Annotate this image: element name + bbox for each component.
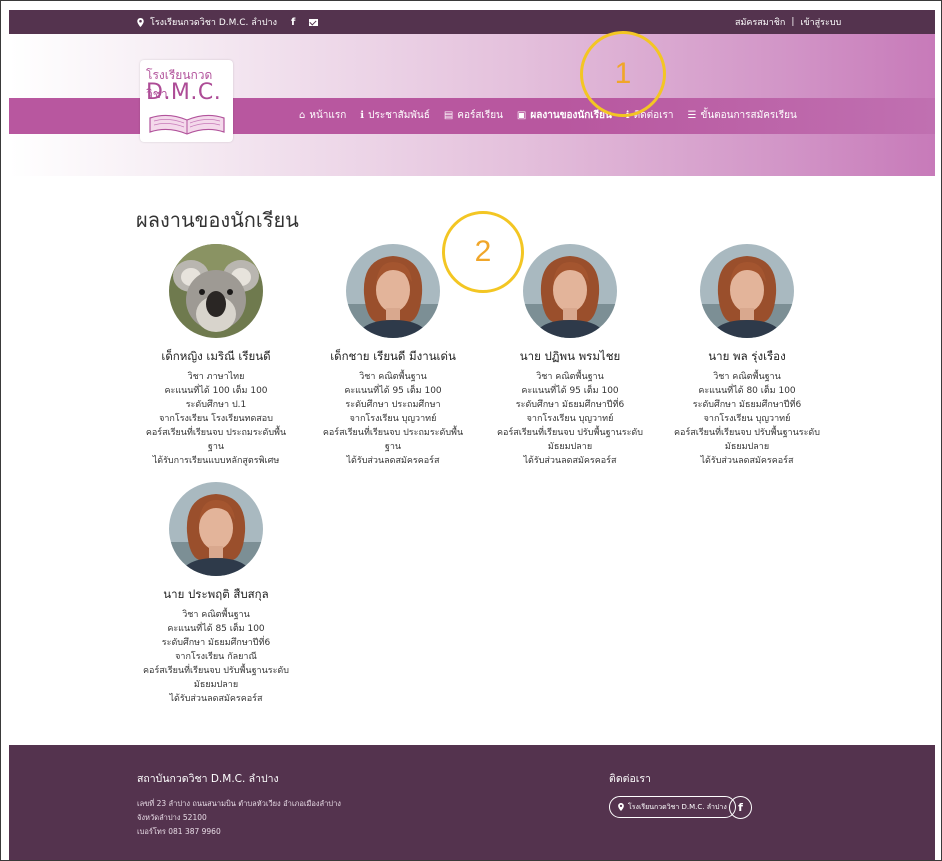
top-bar-separator: | xyxy=(791,17,795,27)
top-bar: โรงเรียนกวดวิชา D.M.C. ลำปาง f สมัครสมาช… xyxy=(9,10,935,34)
info-line: ได้รับส่วนลดสมัครคอร์ส xyxy=(169,694,263,704)
info-line: มัธยมปลาย xyxy=(724,442,770,452)
info-line: วิชา คณิตพื้นฐาน xyxy=(359,372,427,382)
student-name: เด็กชาย เรียนดี มีงานเด่น xyxy=(330,349,456,363)
book-icon xyxy=(149,114,225,135)
facebook-icon[interactable]: f xyxy=(729,796,752,819)
login-link[interactable]: เข้าสู่ระบบ xyxy=(800,15,841,29)
nav-news[interactable]: ℹ ประชาสัมพันธ์ xyxy=(360,108,430,123)
student-avatar-portrait xyxy=(346,244,440,338)
nav-student-works[interactable]: ▣ ผลงานของนักเรียน xyxy=(517,108,612,123)
top-bar-right: สมัครสมาชิก | เข้าสู่ระบบ xyxy=(735,15,841,29)
school-link[interactable]: โรงเรียนกวดวิชา D.M.C. ลำปาง xyxy=(150,15,277,29)
info-line: ได้รับส่วนลดสมัครคอร์ส xyxy=(523,456,617,466)
student-info: วิชา คณิตพื้นฐาน คะแนนที่ได้ 80 เต็ม 100… xyxy=(659,370,835,468)
nav-label: หน้าแรก xyxy=(309,109,347,121)
location-pin-icon xyxy=(137,17,144,27)
address-line: เลขที่ 23 ลำปาง ถนนสนามบิน ตำบลหัวเวียง … xyxy=(137,799,341,808)
footer-institute-title: สถาบันกวดวิชา D.M.C. ลำปาง xyxy=(137,773,279,785)
info-line: จากโรงเรียน บุญวาทย์ xyxy=(349,414,437,424)
info-line: คะแนนที่ได้ 80 เต็ม 100 xyxy=(698,386,796,396)
info-line: จากโรงเรียน บุญวาทย์ xyxy=(703,414,791,424)
info-line: จากโรงเรียน กัลยาณี xyxy=(175,652,257,662)
info-line: วิชา คณิตพื้นฐาน xyxy=(536,372,604,382)
info-line: ได้รับส่วนลดสมัครคอร์ส xyxy=(700,456,794,466)
student-card: นาย ปฏิพน พรมไชย วิชา คณิตพื้นฐาน คะแนนท… xyxy=(482,244,658,468)
student-info: วิชา คณิตพื้นฐาน คะแนนที่ได้ 95 เต็ม 100… xyxy=(305,370,481,468)
info-line: คอร์สเรียนที่เรียนจบ ประถมระดับพื้น xyxy=(145,428,287,438)
student-avatar-portrait xyxy=(169,482,263,576)
info-line: คะแนนที่ได้ 85 เต็ม 100 xyxy=(167,624,265,634)
facebook-icon[interactable]: f xyxy=(291,17,295,28)
footer-contact-title: ติดต่อเรา xyxy=(609,773,651,785)
student-name: นาย พล รุ่งเรือง xyxy=(708,349,786,363)
info-line: จากโรงเรียน โรงเรียนทดสอบ xyxy=(159,414,273,424)
nav-enroll-steps[interactable]: ☰ ขั้นตอนการสมัครเรียน xyxy=(688,108,797,123)
main-nav: ⌂ หน้าแรก ℹ ประชาสัมพันธ์ ▤ คอร์สเรียน ▣… xyxy=(299,105,797,125)
student-avatar-portrait xyxy=(523,244,617,338)
info-line: วิชา คณิตพื้นฐาน xyxy=(182,610,250,620)
footer: สถาบันกวดวิชา D.M.C. ลำปาง เลขที่ 23 ลำป… xyxy=(9,745,935,860)
info-line: วิชา ภาษาไทย xyxy=(187,372,245,382)
info-line: ได้รับส่วนลดสมัครคอร์ส xyxy=(346,456,440,466)
student-avatar-portrait xyxy=(700,244,794,338)
top-bar-left: โรงเรียนกวดวิชา D.M.C. ลำปาง f xyxy=(137,15,319,29)
student-card: นาย พล รุ่งเรือง วิชา คณิตพื้นฐาน คะแนนท… xyxy=(659,244,835,468)
nav-label: ประชาสัมพันธ์ xyxy=(368,109,430,121)
info-line: ระดับศึกษา ป.1 xyxy=(185,400,247,410)
location-pin-icon xyxy=(618,803,624,811)
info-line: ฐาน xyxy=(384,442,402,452)
info-line: ได้รับการเรียนแบบหลักสูตรพิเศษ xyxy=(152,456,280,466)
nav-home[interactable]: ⌂ หน้าแรก xyxy=(299,108,346,123)
student-info: วิชา คณิตพื้นฐาน คะแนนที่ได้ 85 เต็ม 100… xyxy=(128,608,304,706)
book-icon: ▤ xyxy=(443,109,454,121)
info-line: คอร์สเรียนที่เรียนจบ ปรับพื้นฐานระดับ xyxy=(143,666,289,676)
home-icon: ⌂ xyxy=(299,109,306,121)
info-line: มัธยมปลาย xyxy=(193,680,239,690)
student-info: วิชา ภาษาไทย คะแนนที่ได้ 100 เต็ม 100 ระ… xyxy=(128,370,304,468)
footer-school-link-button[interactable]: โรงเรียนกวดวิชา D.M.C. ลำปาง xyxy=(609,796,736,818)
page-title: ผลงานของนักเรียน xyxy=(136,208,299,232)
info-line: วิชา คณิตพื้นฐาน xyxy=(713,372,781,382)
info-line: ระดับศึกษา ประถมศึกษา xyxy=(345,400,441,410)
info-line: ระดับศึกษา มัธยมศึกษาปีที่6 xyxy=(161,638,271,648)
info-line: คะแนนที่ได้ 95 เต็ม 100 xyxy=(344,386,442,396)
info-line: ระดับศึกษา มัธยมศึกษาปีที่6 xyxy=(515,400,625,410)
annotation-1: 1 xyxy=(580,31,666,117)
student-card: เด็กชาย เรียนดี มีงานเด่น วิชา คณิตพื้นฐ… xyxy=(305,244,481,468)
list-icon: ☰ xyxy=(687,109,697,121)
nav-label: ขั้นตอนการสมัครเรียน xyxy=(700,109,797,121)
info-line: มัธยมปลาย xyxy=(547,442,593,452)
student-name: เด็กหญิง เมริณี เรียนดี xyxy=(161,349,271,363)
info-line: คะแนนที่ได้ 95 เต็ม 100 xyxy=(521,386,619,396)
student-name: นาย ปฏิพน พรมไชย xyxy=(519,349,621,363)
info-line: จากโรงเรียน บุญวาทย์ xyxy=(526,414,614,424)
page-frame: โรงเรียนกวดวิชา D.M.C. ลำปาง f สมัครสมาช… xyxy=(0,0,942,861)
info-line: คอร์สเรียนที่เรียนจบ ประถมระดับพื้น xyxy=(322,428,464,438)
student-avatar-koala xyxy=(169,244,263,338)
mail-icon[interactable] xyxy=(309,18,319,26)
info-icon: ℹ xyxy=(360,109,365,121)
site-logo[interactable]: โรงเรียนกวดวิชา D.M.C. xyxy=(140,60,233,142)
info-line: คะแนนที่ได้ 100 เต็ม 100 xyxy=(164,386,268,396)
student-name: นาย ประพฤติ สืบสกุล xyxy=(163,587,269,601)
info-line: คอร์สเรียนที่เรียนจบ ปรับพื้นฐานระดับ xyxy=(674,428,820,438)
id-card-icon: ▣ xyxy=(516,109,527,121)
nav-courses[interactable]: ▤ คอร์สเรียน xyxy=(444,108,503,123)
logo-line-2: D.M.C. xyxy=(146,80,222,105)
register-link[interactable]: สมัครสมาชิก xyxy=(735,15,785,29)
address-line: จังหวัดลำปาง 52100 xyxy=(137,813,207,822)
footer-address: เลขที่ 23 ลำปาง ถนนสนามบิน ตำบลหัวเวียง … xyxy=(137,797,341,839)
nav-label: คอร์สเรียน xyxy=(457,109,503,121)
student-card: นาย ประพฤติ สืบสกุล วิชา คณิตพื้นฐาน คะแ… xyxy=(128,482,304,706)
info-line: ระดับศึกษา มัธยมศึกษาปีที่6 xyxy=(692,400,802,410)
student-card: เด็กหญิง เมริณี เรียนดี วิชา ภาษาไทย คะแ… xyxy=(128,244,304,468)
footer-school-link-label: โรงเรียนกวดวิชา D.M.C. ลำปาง xyxy=(628,802,727,811)
info-line: คอร์สเรียนที่เรียนจบ ปรับพื้นฐานระดับ xyxy=(497,428,643,438)
student-info: วิชา คณิตพื้นฐาน คะแนนที่ได้ 95 เต็ม 100… xyxy=(482,370,658,468)
info-line: ฐาน xyxy=(207,442,225,452)
address-line: เบอร์โทร 081 387 9960 xyxy=(137,827,221,836)
